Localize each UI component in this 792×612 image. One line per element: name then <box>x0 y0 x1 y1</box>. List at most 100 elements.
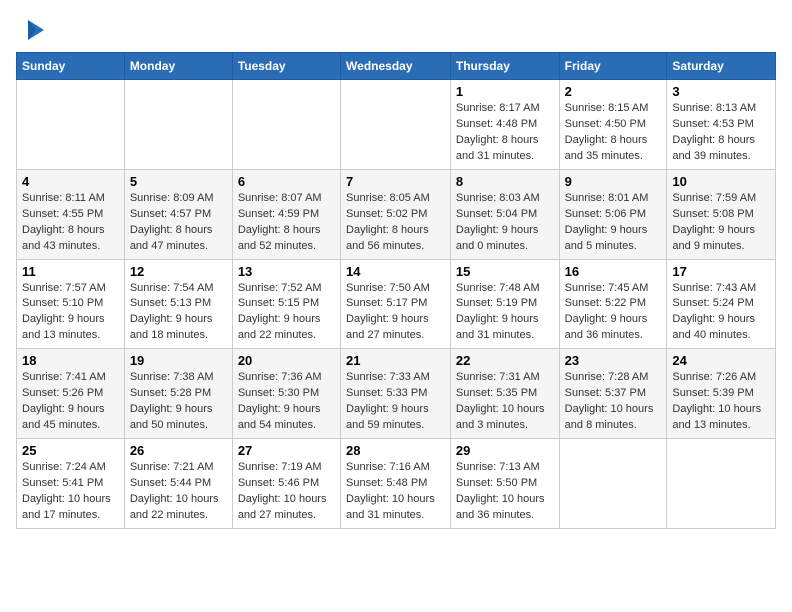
day-info: Sunrise: 7:36 AM Sunset: 5:30 PM Dayligh… <box>238 370 335 434</box>
calendar-cell: 13 Sunrise: 7:52 AM Sunset: 5:15 PM Dayli… <box>232 259 340 349</box>
calendar-cell: 16Sunrise: 7:45 AM Sunset: 5:22 PM Dayli… <box>559 259 667 349</box>
day-info: Sunrise: 7:24 AM Sunset: 5:41 PM Dayligh… <box>22 460 119 524</box>
week-row-4: 18 Sunrise: 7:41 AM Sunset: 5:26 PM Dayli… <box>17 349 776 439</box>
day-number: 24 <box>672 353 770 368</box>
week-row-1: 1 Sunrise: 8:17 AM Sunset: 4:48 PM Daylig… <box>17 80 776 170</box>
logo-icon <box>18 16 46 44</box>
day-info: Sunrise: 7:33 AM Sunset: 5:33 PM Dayligh… <box>346 370 445 434</box>
day-info: Sunrise: 7:48 AM Sunset: 5:19 PM Dayligh… <box>456 281 554 345</box>
calendar-cell: 18 Sunrise: 7:41 AM Sunset: 5:26 PM Dayli… <box>17 349 125 439</box>
day-number: 14 <box>346 264 445 279</box>
calendar-cell: 26 Sunrise: 7:21 AM Sunset: 5:44 PM Dayli… <box>124 439 232 529</box>
header-monday: Monday <box>124 53 232 80</box>
header-friday: Friday <box>559 53 667 80</box>
calendar-cell: 22Sunrise: 7:31 AM Sunset: 5:35 PM Dayli… <box>450 349 559 439</box>
day-number: 10 <box>672 174 770 189</box>
day-info: Sunrise: 7:38 AM Sunset: 5:28 PM Dayligh… <box>130 370 227 434</box>
calendar-cell <box>232 80 340 170</box>
day-number: 3 <box>672 84 770 99</box>
day-number: 26 <box>130 443 227 458</box>
day-number: 5 <box>130 174 227 189</box>
calendar-cell: 5 Sunrise: 8:09 AM Sunset: 4:57 PM Daylig… <box>124 169 232 259</box>
calendar-cell <box>559 439 667 529</box>
calendar-cell: 9 Sunrise: 8:01 AM Sunset: 5:06 PM Daylig… <box>559 169 667 259</box>
calendar-cell: 7Sunrise: 8:05 AM Sunset: 5:02 PM Daylig… <box>341 169 451 259</box>
page-header <box>16 16 776 44</box>
calendar-cell: 15 Sunrise: 7:48 AM Sunset: 5:19 PM Dayli… <box>450 259 559 349</box>
calendar-cell: 29 Sunrise: 7:13 AM Sunset: 5:50 PM Dayli… <box>450 439 559 529</box>
day-number: 4 <box>22 174 119 189</box>
calendar-cell: 23 Sunrise: 7:28 AM Sunset: 5:37 PM Dayli… <box>559 349 667 439</box>
calendar-table: SundayMondayTuesdayWednesdayThursdayFrid… <box>16 52 776 529</box>
calendar-cell: 10 Sunrise: 7:59 AM Sunset: 5:08 PM Dayli… <box>667 169 776 259</box>
day-info: Sunrise: 7:21 AM Sunset: 5:44 PM Dayligh… <box>130 460 227 524</box>
day-number: 15 <box>456 264 554 279</box>
calendar-header-row: SundayMondayTuesdayWednesdayThursdayFrid… <box>17 53 776 80</box>
calendar-cell: 20Sunrise: 7:36 AM Sunset: 5:30 PM Dayli… <box>232 349 340 439</box>
calendar-cell: 11Sunrise: 7:57 AM Sunset: 5:10 PM Dayli… <box>17 259 125 349</box>
calendar-cell: 6 Sunrise: 8:07 AM Sunset: 4:59 PM Daylig… <box>232 169 340 259</box>
calendar-cell: 21 Sunrise: 7:33 AM Sunset: 5:33 PM Dayli… <box>341 349 451 439</box>
header-tuesday: Tuesday <box>232 53 340 80</box>
day-number: 22 <box>456 353 554 368</box>
calendar-cell: 14 Sunrise: 7:50 AM Sunset: 5:17 PM Dayli… <box>341 259 451 349</box>
day-number: 28 <box>346 443 445 458</box>
day-number: 19 <box>130 353 227 368</box>
day-info: Sunrise: 8:17 AM Sunset: 4:48 PM Dayligh… <box>456 101 554 165</box>
day-info: Sunrise: 8:05 AM Sunset: 5:02 PM Dayligh… <box>346 191 445 255</box>
day-number: 1 <box>456 84 554 99</box>
day-number: 13 <box>238 264 335 279</box>
day-info: Sunrise: 7:16 AM Sunset: 5:48 PM Dayligh… <box>346 460 445 524</box>
day-number: 8 <box>456 174 554 189</box>
day-info: Sunrise: 7:43 AM Sunset: 5:24 PM Dayligh… <box>672 281 770 345</box>
calendar-cell: 4 Sunrise: 8:11 AM Sunset: 4:55 PM Daylig… <box>17 169 125 259</box>
day-info: Sunrise: 8:07 AM Sunset: 4:59 PM Dayligh… <box>238 191 335 255</box>
day-info: Sunrise: 8:11 AM Sunset: 4:55 PM Dayligh… <box>22 191 119 255</box>
calendar-cell: 27 Sunrise: 7:19 AM Sunset: 5:46 PM Dayli… <box>232 439 340 529</box>
day-number: 29 <box>456 443 554 458</box>
day-info: Sunrise: 7:13 AM Sunset: 5:50 PM Dayligh… <box>456 460 554 524</box>
day-info: Sunrise: 7:57 AM Sunset: 5:10 PM Dayligh… <box>22 281 119 345</box>
header-wednesday: Wednesday <box>341 53 451 80</box>
day-number: 27 <box>238 443 335 458</box>
calendar-cell: 17 Sunrise: 7:43 AM Sunset: 5:24 PM Dayli… <box>667 259 776 349</box>
week-row-5: 25Sunrise: 7:24 AM Sunset: 5:41 PM Dayli… <box>17 439 776 529</box>
day-info: Sunrise: 7:19 AM Sunset: 5:46 PM Dayligh… <box>238 460 335 524</box>
day-number: 23 <box>565 353 662 368</box>
calendar-cell: 12Sunrise: 7:54 AM Sunset: 5:13 PM Dayli… <box>124 259 232 349</box>
logo <box>16 16 46 44</box>
day-info: Sunrise: 8:13 AM Sunset: 4:53 PM Dayligh… <box>672 101 770 165</box>
calendar-cell <box>667 439 776 529</box>
header-thursday: Thursday <box>450 53 559 80</box>
header-sunday: Sunday <box>17 53 125 80</box>
week-row-2: 4 Sunrise: 8:11 AM Sunset: 4:55 PM Daylig… <box>17 169 776 259</box>
day-info: Sunrise: 8:01 AM Sunset: 5:06 PM Dayligh… <box>565 191 662 255</box>
calendar-cell: 19 Sunrise: 7:38 AM Sunset: 5:28 PM Dayli… <box>124 349 232 439</box>
day-info: Sunrise: 7:28 AM Sunset: 5:37 PM Dayligh… <box>565 370 662 434</box>
day-info: Sunrise: 8:09 AM Sunset: 4:57 PM Dayligh… <box>130 191 227 255</box>
day-info: Sunrise: 8:15 AM Sunset: 4:50 PM Dayligh… <box>565 101 662 165</box>
calendar-cell: 8 Sunrise: 8:03 AM Sunset: 5:04 PM Daylig… <box>450 169 559 259</box>
day-number: 16 <box>565 264 662 279</box>
calendar-cell <box>341 80 451 170</box>
calendar-cell: 24 Sunrise: 7:26 AM Sunset: 5:39 PM Dayli… <box>667 349 776 439</box>
day-info: Sunrise: 7:52 AM Sunset: 5:15 PM Dayligh… <box>238 281 335 345</box>
day-number: 21 <box>346 353 445 368</box>
calendar-cell: 2Sunrise: 8:15 AM Sunset: 4:50 PM Daylig… <box>559 80 667 170</box>
day-info: Sunrise: 7:26 AM Sunset: 5:39 PM Dayligh… <box>672 370 770 434</box>
day-info: Sunrise: 8:03 AM Sunset: 5:04 PM Dayligh… <box>456 191 554 255</box>
day-info: Sunrise: 7:59 AM Sunset: 5:08 PM Dayligh… <box>672 191 770 255</box>
calendar-cell <box>17 80 125 170</box>
calendar-cell: 1 Sunrise: 8:17 AM Sunset: 4:48 PM Daylig… <box>450 80 559 170</box>
calendar-cell <box>124 80 232 170</box>
header-saturday: Saturday <box>667 53 776 80</box>
calendar-cell: 28 Sunrise: 7:16 AM Sunset: 5:48 PM Dayli… <box>341 439 451 529</box>
day-number: 17 <box>672 264 770 279</box>
week-row-3: 11Sunrise: 7:57 AM Sunset: 5:10 PM Dayli… <box>17 259 776 349</box>
day-number: 6 <box>238 174 335 189</box>
day-info: Sunrise: 7:54 AM Sunset: 5:13 PM Dayligh… <box>130 281 227 345</box>
day-info: Sunrise: 7:41 AM Sunset: 5:26 PM Dayligh… <box>22 370 119 434</box>
day-number: 18 <box>22 353 119 368</box>
day-info: Sunrise: 7:50 AM Sunset: 5:17 PM Dayligh… <box>346 281 445 345</box>
day-number: 9 <box>565 174 662 189</box>
